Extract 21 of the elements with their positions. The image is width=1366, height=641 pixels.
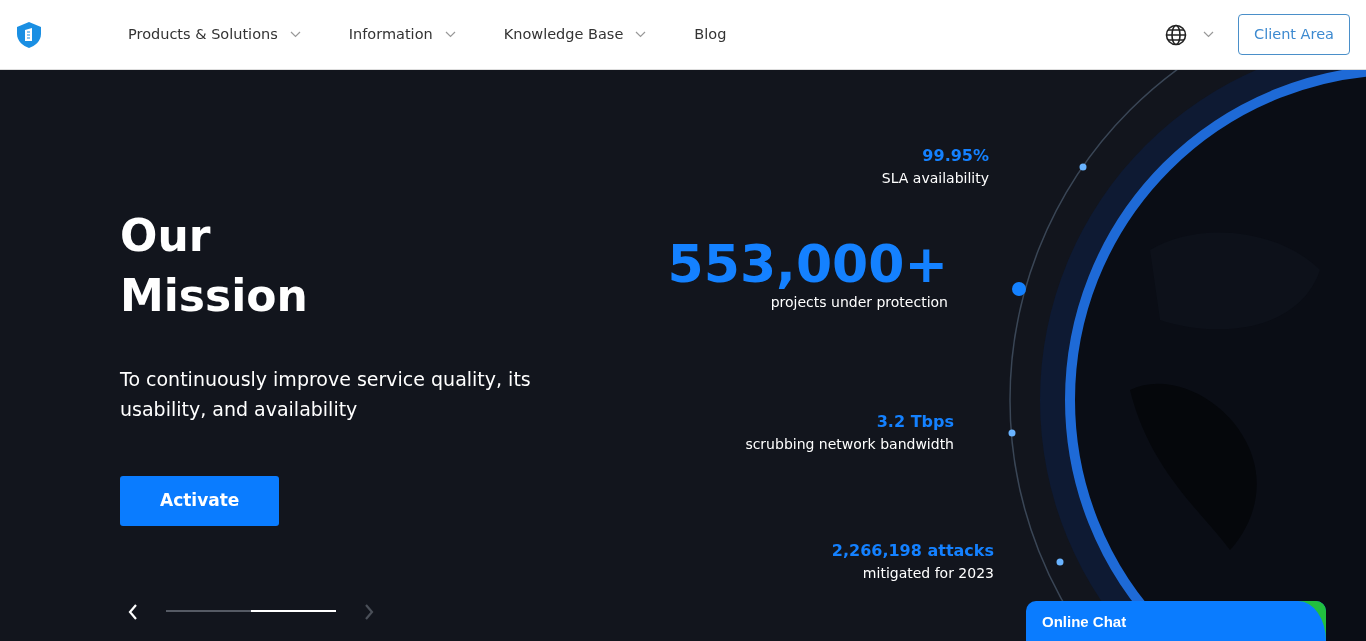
hero-title-line: Mission bbox=[120, 269, 308, 323]
stat-value: 3.2 Tbps bbox=[876, 411, 954, 433]
nav-link[interactable]: Blog bbox=[694, 23, 727, 46]
nav-link[interactable]: Knowledge Base bbox=[503, 23, 647, 46]
stat-label: projects under protection bbox=[770, 293, 948, 312]
stat-label: mitigated for 2023 bbox=[862, 564, 994, 583]
stat-label: scrubbing network bandwidth bbox=[745, 435, 954, 454]
globe-icon[interactable] bbox=[1165, 23, 1188, 46]
stat-value: 99.95% bbox=[922, 145, 989, 167]
hero-subtitle: To continuously improve service quality, its usability, and availability bbox=[120, 367, 532, 422]
hero-title-line: Our bbox=[120, 209, 211, 263]
online-chat-tab[interactable]: Online Chat bbox=[1026, 601, 1326, 641]
stat-value: 553,000+ bbox=[667, 236, 948, 292]
client-area-button[interactable]: Client Area bbox=[1238, 13, 1350, 56]
nav-link[interactable]: Products & Solutions bbox=[128, 23, 301, 46]
shield-logo-icon[interactable] bbox=[16, 20, 42, 49]
stat-label: SLA availability bbox=[881, 169, 989, 188]
stat-value: 2,266,198 attacks bbox=[831, 540, 994, 562]
activate-button[interactable]: Activate bbox=[120, 476, 280, 526]
chevron-down-icon[interactable] bbox=[1203, 31, 1215, 38]
nav-link[interactable]: Information bbox=[348, 23, 456, 46]
